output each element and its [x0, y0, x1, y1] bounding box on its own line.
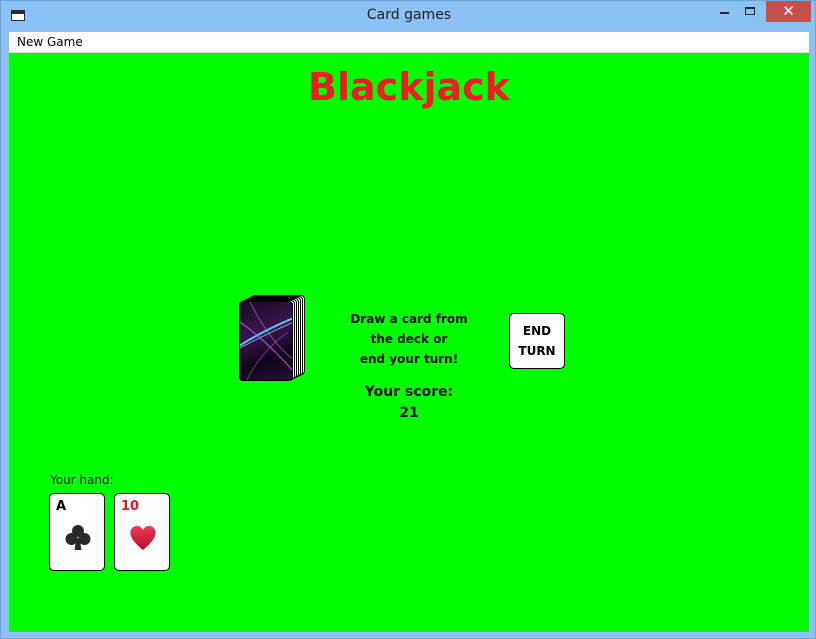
instructions-text: Draw a card from the deck or end your tu…	[329, 309, 489, 369]
instructions-line: Draw a card from	[350, 312, 468, 326]
card-rank: 10	[121, 499, 140, 514]
close-button[interactable]: ✕	[766, 1, 811, 22]
score-value: 21	[399, 405, 419, 421]
maximize-button[interactable]	[737, 1, 763, 22]
title-bar[interactable]: Card games ✕	[1, 1, 816, 32]
game-table: Blackjack Draw a card from the deck or e…	[9, 53, 809, 632]
minimize-icon	[720, 12, 729, 14]
score-label: Your score:	[364, 384, 454, 400]
window-title: Card games	[366, 7, 452, 23]
hand-card[interactable]: 10	[114, 493, 170, 571]
end-turn-label-line: END	[522, 324, 552, 338]
minimize-button[interactable]	[711, 1, 737, 22]
card-rank: A	[56, 499, 67, 514]
hand-card[interactable]: A	[49, 493, 105, 571]
card-back	[239, 301, 293, 381]
end-turn-label-line: TURN	[518, 344, 556, 358]
hand-label: Your hand:	[50, 473, 114, 487]
end-turn-button[interactable]: END TURN	[509, 313, 565, 369]
close-icon: ✕	[782, 2, 795, 20]
game-title: Blackjack	[308, 65, 510, 109]
maximize-icon	[745, 7, 755, 15]
club-icon	[65, 525, 91, 550]
menu-new-game[interactable]: New Game	[17, 35, 83, 49]
heart-icon	[130, 525, 156, 550]
app-window: Card games ✕ New Game Blackjack Draw a c…	[0, 0, 816, 639]
instructions-line: the deck or	[370, 332, 448, 346]
instructions-line: end your turn!	[359, 352, 459, 366]
menu-bar: New Game	[9, 32, 809, 53]
card-back-pattern-icon	[240, 302, 292, 380]
card-deck[interactable]	[239, 295, 305, 381]
